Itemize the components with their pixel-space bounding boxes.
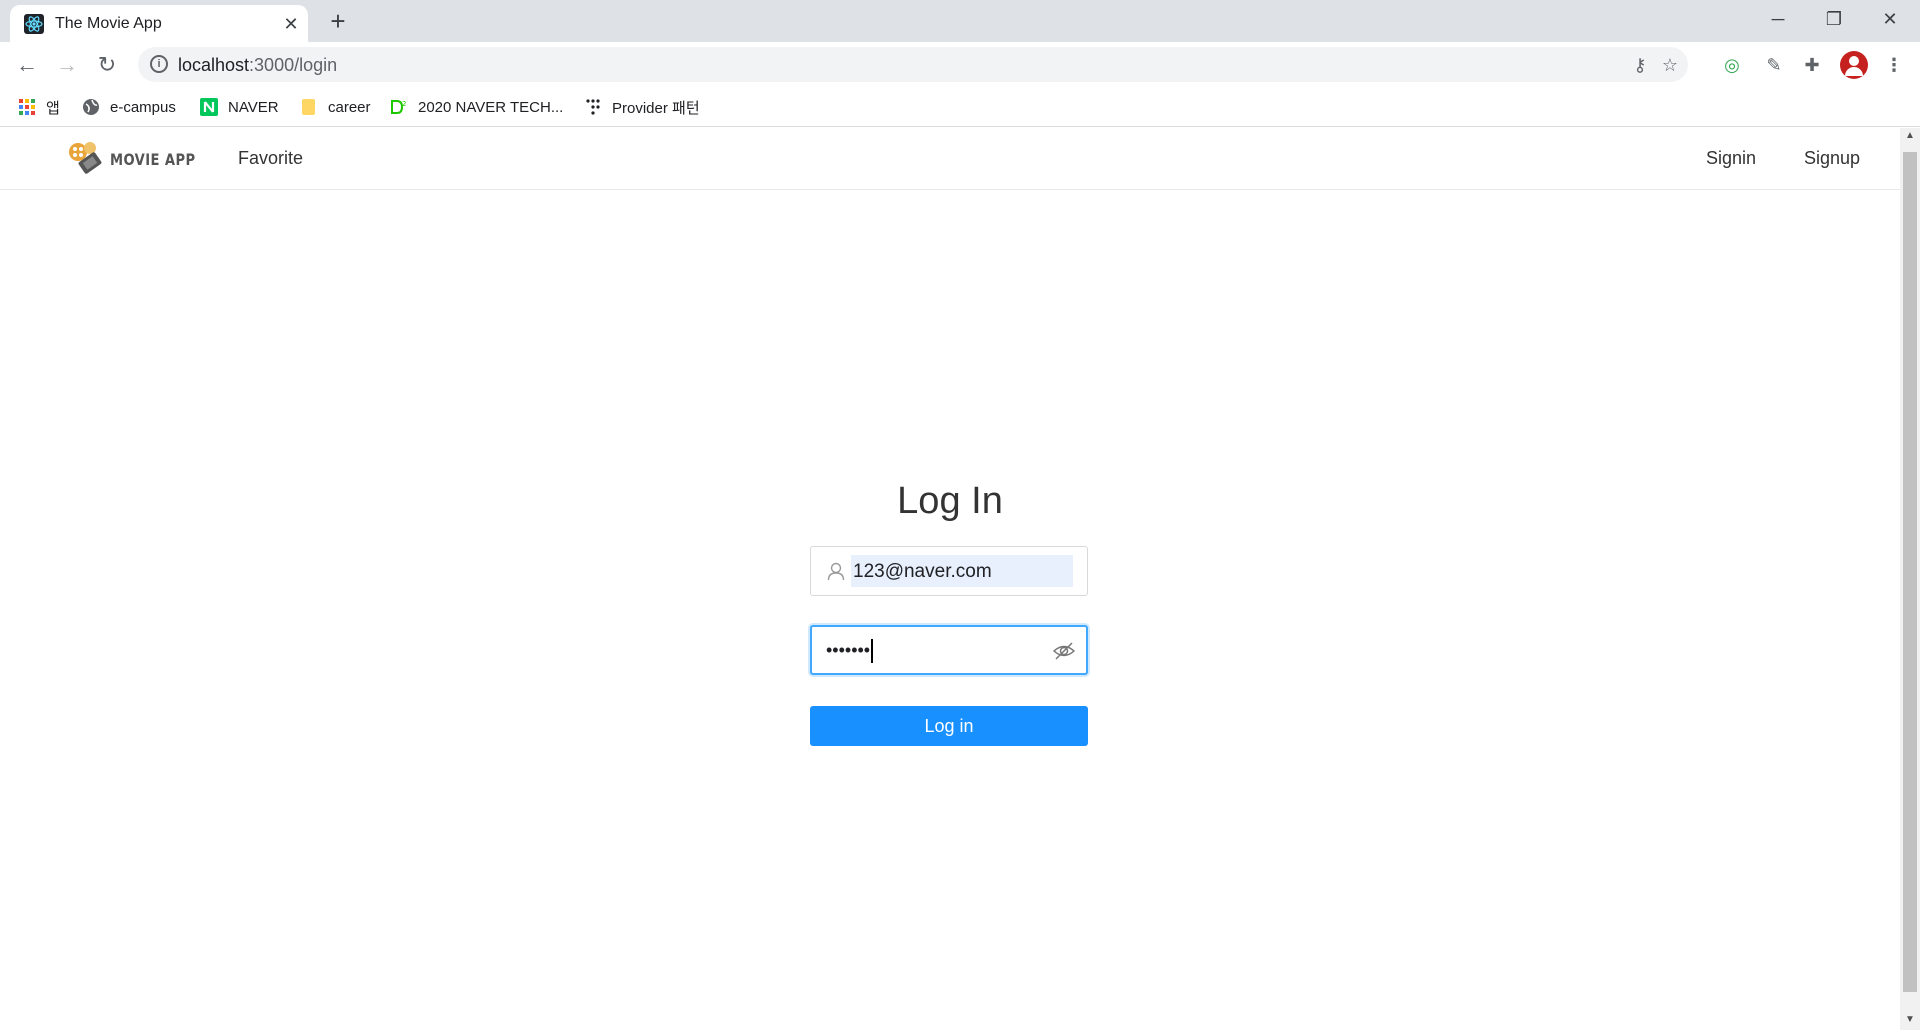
film-reel-logo-icon (69, 142, 102, 174)
scroll-down-icon[interactable]: ▼ (1900, 1012, 1920, 1028)
page-title: Log In (897, 480, 1003, 522)
back-arrow-icon[interactable]: ← (10, 48, 44, 82)
bookmark-naver[interactable]: NAVER (200, 95, 279, 119)
profile-avatar[interactable] (1840, 51, 1868, 79)
password-field[interactable]: ••••••• (810, 625, 1088, 675)
nav-signin[interactable]: Signin (1706, 148, 1756, 169)
site-info-icon[interactable]: i (150, 55, 168, 73)
bookmark-label: NAVER (228, 98, 279, 116)
naver-icon (200, 98, 218, 116)
page-content: MOVIE APP Favorite Signin Signup Log In … (0, 128, 1900, 1030)
apps-grid-icon (19, 99, 35, 115)
address-bar[interactable]: i localhost:3000/login ⚷ ☆ (138, 47, 1688, 82)
user-icon (827, 562, 845, 581)
bookmark-label: career (328, 98, 371, 116)
bookmark-e-campus[interactable]: e-campus (82, 95, 176, 119)
email-field[interactable]: 123@naver.com (810, 546, 1088, 596)
browser-menu-icon[interactable]: ⋮ (1880, 51, 1908, 79)
bookmark-naver-tech[interactable]: 2 2020 NAVER TECH... (390, 95, 563, 119)
new-tab-button[interactable]: + (325, 6, 351, 36)
email-value: 123@naver.com (853, 561, 992, 582)
folder-icon (302, 99, 315, 115)
browser-tab-strip: The Movie App ✕ + ─ ❐ ✕ (0, 0, 1920, 42)
text-caret (871, 639, 874, 663)
url-text[interactable]: localhost:3000/login (178, 55, 337, 76)
nav-signup[interactable]: Signup (1804, 148, 1860, 169)
minimize-window-icon[interactable]: ─ (1758, 4, 1798, 34)
bookmark-label: 2020 NAVER TECH... (418, 98, 564, 116)
extension-circle-icon[interactable]: ◎ (1718, 51, 1746, 79)
bookmark-provider[interactable]: Provider 패턴 (584, 95, 700, 119)
eye-invisible-icon[interactable] (1052, 639, 1076, 663)
extensions-puzzle-icon[interactable]: ✚ (1798, 51, 1826, 79)
page-scrollbar[interactable]: ▲ ▼ (1900, 128, 1920, 1030)
close-tab-icon[interactable]: ✕ (280, 13, 302, 35)
d2-icon: 2 (391, 100, 406, 114)
close-window-icon[interactable]: ✕ (1870, 4, 1910, 34)
extension-pen-icon[interactable]: ✎ (1760, 51, 1788, 79)
bookmark-apps[interactable]: 앱 (18, 95, 60, 119)
restore-window-icon[interactable]: ❐ (1814, 4, 1854, 34)
bookmark-label: 앱 (46, 99, 60, 117)
globe-icon (83, 99, 99, 115)
dots-icon (586, 99, 600, 115)
svg-text:2: 2 (402, 100, 406, 108)
forward-arrow-icon[interactable]: → (50, 48, 84, 82)
scroll-thumb[interactable] (1903, 152, 1917, 992)
tab-title: The Movie App (55, 15, 162, 32)
app-navbar: MOVIE APP Favorite Signin Signup (0, 128, 1900, 190)
bookmark-label: Provider 패턴 (612, 99, 700, 117)
browser-toolbar: ← → ↻ i localhost:3000/login ⚷ ☆ ◎ ✎ ✚ ⋮ (0, 42, 1920, 87)
browser-tab[interactable]: The Movie App ✕ (10, 5, 308, 42)
bookmark-career[interactable]: career (300, 95, 371, 119)
password-value: ••••••• (826, 639, 874, 663)
react-favicon-icon (24, 14, 44, 34)
bookmark-star-icon[interactable]: ☆ (1658, 53, 1682, 77)
bookmarks-bar: 앱 e-campus NAVER career 2 2020 NAVER TEC… (0, 87, 1920, 127)
bookmark-label: e-campus (110, 98, 176, 116)
logo-text: MOVIE APP (110, 149, 196, 169)
scroll-up-icon[interactable]: ▲ (1900, 128, 1920, 144)
movie-app-logo[interactable]: MOVIE APP (66, 140, 214, 178)
nav-favorite[interactable]: Favorite (238, 148, 303, 169)
login-button[interactable]: Log in (810, 706, 1088, 746)
password-key-icon[interactable]: ⚷ (1628, 53, 1652, 77)
reload-icon[interactable]: ↻ (90, 48, 124, 82)
